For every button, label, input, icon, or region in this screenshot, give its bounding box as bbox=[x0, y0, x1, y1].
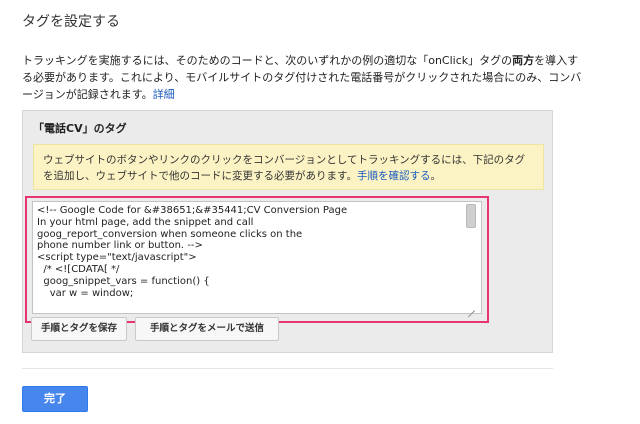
notice-box: ウェブサイトのボタンやリンクのクリックをコンバージョンとしてトラッキングするには… bbox=[33, 144, 544, 190]
details-link[interactable]: 詳細 bbox=[153, 88, 175, 101]
panel-title: 「電話CV」のタグ bbox=[33, 122, 127, 135]
email-steps-button[interactable]: 手順とタグをメールで送信 bbox=[135, 317, 279, 341]
intro-bold: 両方 bbox=[512, 54, 535, 67]
tag-panel: 「電話CV」のタグ ウェブサイトのボタンやリンクのクリックをコンバージョンとして… bbox=[22, 110, 553, 353]
intro-part-1: トラッキングを実施するには、そのためのコードと、次のいずれかの例の適切な「onC… bbox=[22, 54, 513, 67]
page-title: タグを設定する bbox=[22, 14, 120, 30]
notice-end: 。 bbox=[430, 170, 441, 182]
resize-handle-icon[interactable] bbox=[466, 302, 475, 318]
view-steps-link[interactable]: 手順を確認する bbox=[357, 170, 431, 182]
save-steps-button[interactable]: 手順とタグを保存 bbox=[31, 317, 127, 341]
scrollbar-thumb[interactable] bbox=[466, 204, 476, 228]
done-button[interactable]: 完了 bbox=[22, 386, 88, 412]
intro-text: トラッキングを実施するには、そのためのコードと、次のいずれかの例の適切な「onC… bbox=[22, 52, 582, 103]
notice-text: ウェブサイトのボタンやリンクのクリックをコンバージョンとしてトラッキングするには… bbox=[43, 154, 526, 182]
code-highlight: <!-- Google Code for &#38651;&#35441;CV … bbox=[25, 196, 489, 323]
conversion-code-textarea[interactable]: <!-- Google Code for &#38651;&#35441;CV … bbox=[32, 201, 482, 314]
divider bbox=[22, 368, 553, 369]
